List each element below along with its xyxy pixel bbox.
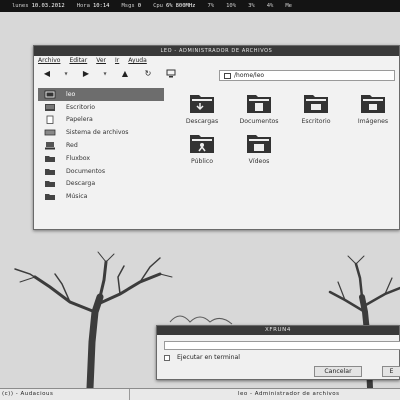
folder-label: Documentos: [239, 118, 279, 125]
desktop-folder-icon: [304, 95, 328, 113]
folder-label: Descargas: [185, 118, 219, 125]
home-folder-icon: [44, 90, 56, 99]
mem-label: Me: [285, 3, 292, 9]
folder-icon: [45, 194, 55, 201]
documents-folder-icon: [247, 95, 271, 113]
sidebar-item-red[interactable]: Red: [38, 139, 164, 152]
time-label: Hora: [76, 3, 90, 9]
folder-label: Escritorio: [301, 118, 331, 125]
desktop-icon: [45, 103, 55, 111]
sidebar-item-label: Escritorio: [66, 103, 96, 111]
core-2: 10%: [226, 3, 237, 9]
folder-icon: [45, 168, 55, 175]
time-value: 10:14: [92, 3, 110, 9]
sidebar-item-musica[interactable]: Música: [38, 190, 164, 203]
menu-ayuda[interactable]: Ayuda: [128, 57, 147, 64]
location-bar[interactable]: /home/leo: [219, 70, 395, 81]
tree-left: [14, 251, 173, 388]
cpu-value: 6%: [166, 3, 173, 9]
run-button[interactable]: E: [382, 366, 400, 377]
cpu-freq: 800MHz: [175, 3, 196, 9]
msgs-label: Msgs: [121, 3, 135, 9]
menu-bar: Archivo Editar Ver Ir Ayuda: [34, 56, 399, 65]
sidebar-item-label: Descarga: [66, 180, 96, 188]
folder-imagenes[interactable]: Imágenes: [345, 92, 400, 125]
sidebar-item-label: Música: [66, 193, 88, 201]
sidebar-item-label: Papelera: [66, 116, 93, 124]
network-icon: [45, 142, 55, 150]
checkbox-label: Ejecutar en terminal: [177, 354, 241, 361]
forward-arrow-icon[interactable]: ▶: [79, 68, 93, 80]
public-folder-icon: [190, 135, 214, 153]
sidebar-item-label: Sistema de archivos: [66, 129, 129, 137]
menu-archivo[interactable]: Archivo: [38, 57, 60, 64]
sidebar-item-papelera[interactable]: Papelera: [38, 114, 164, 127]
sidebar-item-fluxbox[interactable]: Fluxbox: [38, 152, 164, 165]
file-view: Descargas Documentos Escritorio Imágenes…: [174, 88, 399, 223]
core-4: 4%: [266, 3, 274, 9]
sidebar-item-leo[interactable]: leo: [38, 88, 164, 101]
run-dialog: xfrun4 Ejecutar en terminal Cancelar E: [156, 325, 400, 380]
dialog-title: xfrun4: [157, 326, 399, 335]
folder-publico[interactable]: Público: [174, 132, 230, 165]
date-value: 10.03.2012: [31, 3, 65, 9]
dropdown-icon[interactable]: ▼: [63, 68, 69, 80]
home-icon: [224, 72, 231, 79]
msgs-value: 0: [137, 3, 142, 9]
folder-icon: [45, 155, 55, 162]
terminal-checkbox[interactable]: [164, 354, 170, 361]
sidebar-item-label: Fluxbox: [66, 154, 91, 162]
folder-label: Imágenes: [357, 118, 389, 125]
terminal-checkbox-row[interactable]: Ejecutar en terminal: [164, 354, 240, 361]
computer-icon[interactable]: [164, 68, 178, 80]
location-path: /home/leo: [234, 72, 265, 79]
menu-editar[interactable]: Editar: [69, 57, 87, 64]
window-title: leo - Administrador de archivos: [34, 46, 399, 56]
pictures-folder-icon: [361, 95, 385, 113]
cancel-button[interactable]: Cancelar: [314, 366, 362, 377]
folder-label: Vídeos: [248, 158, 270, 165]
status-bar: lunes 10.03.2012 Hora 10:14 Msgs 0 Cpu 6…: [0, 0, 400, 12]
folder-documentos[interactable]: Documentos: [231, 92, 287, 125]
menu-ver[interactable]: Ver: [96, 57, 106, 64]
day-label: lunes: [12, 3, 29, 9]
core-1: 7%: [207, 3, 215, 9]
folder-videos[interactable]: Vídeos: [231, 132, 287, 165]
sidebar-item-label: Documentos: [66, 167, 106, 175]
reload-icon[interactable]: ↻: [141, 68, 155, 80]
trash-icon: [46, 116, 54, 125]
sidebar-item-escritorio[interactable]: Escritorio: [38, 101, 164, 114]
folder-escritorio[interactable]: Escritorio: [288, 92, 344, 125]
sidebar: leo Escritorio Papelera Sistema de archi…: [38, 88, 164, 228]
task-audacious[interactable]: (c)) - Audacious: [0, 389, 130, 400]
drive-icon: [44, 129, 56, 136]
download-folder-icon: [190, 95, 214, 113]
sidebar-item-label: Red: [66, 142, 78, 150]
cpu-label: Cpu: [153, 3, 163, 9]
file-manager-window: leo - Administrador de archivos Archivo …: [33, 45, 400, 230]
menu-ir[interactable]: Ir: [115, 57, 119, 64]
folder-label: Público: [190, 158, 214, 165]
task-file-manager[interactable]: leo - Administrador de archivos: [130, 389, 400, 400]
sidebar-item-documentos[interactable]: Documentos: [38, 165, 164, 178]
folder-icon: [45, 181, 55, 188]
taskbar: (c)) - Audacious leo - Administrador de …: [0, 388, 400, 400]
sidebar-item-label: leo: [66, 90, 76, 98]
videos-folder-icon: [247, 135, 271, 153]
sidebar-item-sistema[interactable]: Sistema de archivos: [38, 126, 164, 139]
back-arrow-icon[interactable]: ◀: [40, 68, 54, 80]
sidebar-item-descarga[interactable]: Descarga: [38, 178, 164, 191]
core-3: 3%: [248, 3, 255, 9]
shrubs: [169, 315, 233, 325]
folder-descargas[interactable]: Descargas: [174, 92, 230, 125]
up-arrow-icon[interactable]: ▲: [118, 68, 132, 80]
dropdown-icon[interactable]: ▼: [102, 68, 108, 80]
command-input[interactable]: [164, 341, 400, 350]
